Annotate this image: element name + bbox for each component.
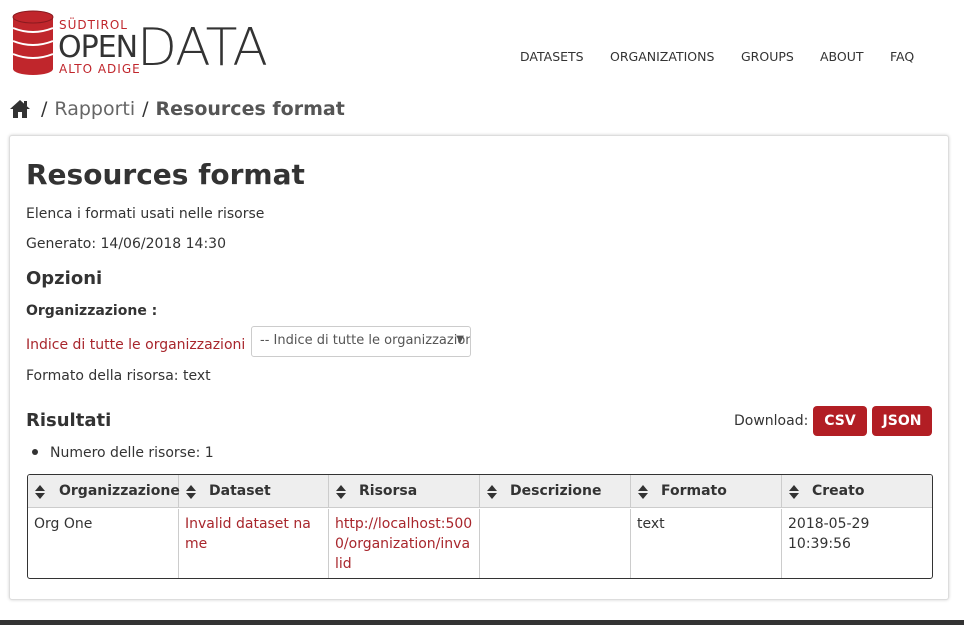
breadcrumb: / Rapporti / Resources format [9,96,345,122]
breadcrumb-rapporti[interactable]: Rapporti [54,98,135,120]
bullet-icon [32,449,38,455]
column-label: Formato [661,483,727,499]
column-label: Dataset [209,483,271,499]
database-logo-icon [12,10,54,75]
cell-organizzazione: Org One [28,509,179,578]
sort-icon [487,485,497,499]
column-dataset[interactable]: Dataset [179,475,329,508]
resource-link[interactable]: http://localhost:5000/organization/inval… [335,516,472,572]
nav-datasets[interactable]: DATASETS [520,49,584,65]
column-label: Organizzazione [59,483,180,499]
organization-select[interactable]: -- Indice di tutte le organizzazioni -- … [251,326,471,357]
column-formato[interactable]: Formato [631,475,782,508]
sort-icon [186,485,196,499]
organization-select-value: -- Indice di tutte le organizzazioni -- [260,333,471,348]
column-label: Risorsa [359,483,418,499]
report-panel: Resources format Elenca i formati usati … [9,135,949,600]
breadcrumb-separator: / [41,98,48,120]
dataset-link[interactable]: Invalid dataset name [185,516,311,552]
footer-bar [0,620,964,625]
home-icon[interactable] [9,99,31,119]
page-title: Resources format [26,158,305,191]
sort-icon [336,485,346,499]
breadcrumb-separator: / [142,98,149,120]
site-logo[interactable]: SÜDTIROL OPEN ALTO ADIGE DATA [11,10,268,76]
download-csv-button[interactable]: CSV [813,406,867,436]
column-organizzazione[interactable]: Organizzazione [28,475,180,508]
logo-line-data: DATA [137,18,268,78]
resource-count-item: Numero delle risorse: 1 [26,445,214,461]
dropdown-caret-icon: ▼ [456,334,464,345]
organization-label: Organizzazione : [26,303,158,319]
column-descrizione[interactable]: Descrizione [480,475,631,508]
cell-descrizione [480,509,631,578]
generated-date: Generato: 14/06/2018 14:30 [26,236,226,252]
download-json-button[interactable]: JSON [872,406,932,436]
column-creato[interactable]: Creato [782,475,932,508]
nav-about[interactable]: ABOUT [820,49,864,65]
report-description: Elenca i formati usati nelle risorse [26,206,265,222]
main-nav: DATASETS ORGANIZATIONS GROUPS ABOUT FAQ [0,49,964,65]
table-header: Organizzazione Dataset Risorsa Descrizio… [28,475,932,508]
options-heading: Opzioni [26,268,103,289]
site-header: SÜDTIROL OPEN ALTO ADIGE DATA DATASETS O… [0,0,964,90]
cell-formato: text [631,509,782,578]
sort-icon [35,485,45,499]
nav-faq[interactable]: FAQ [890,49,914,65]
resource-format-line: Formato della risorsa: text [26,368,211,384]
download-label: Download: [734,413,809,429]
cell-risorsa: http://localhost:5000/organization/inval… [329,509,480,578]
column-label: Descrizione [510,483,602,499]
nav-groups[interactable]: GROUPS [741,49,794,65]
cell-dataset: Invalid dataset name [179,509,329,578]
sort-icon [638,485,648,499]
cell-creato: 2018-05-29 10:39:56 [788,516,870,552]
resource-count: Numero delle risorse: 1 [50,445,214,461]
table-row: Org One Invalid dataset name http://loca… [28,509,932,578]
all-organizations-link[interactable]: Indice di tutte le organizzazioni [26,337,245,353]
sort-icon [789,485,799,499]
results-heading: Risultati [26,410,112,431]
column-label: Creato [812,483,865,499]
nav-organizations[interactable]: ORGANIZATIONS [610,49,714,65]
breadcrumb-current: Resources format [155,98,345,120]
results-table: Organizzazione Dataset Risorsa Descrizio… [27,474,933,579]
column-risorsa[interactable]: Risorsa [329,475,480,508]
